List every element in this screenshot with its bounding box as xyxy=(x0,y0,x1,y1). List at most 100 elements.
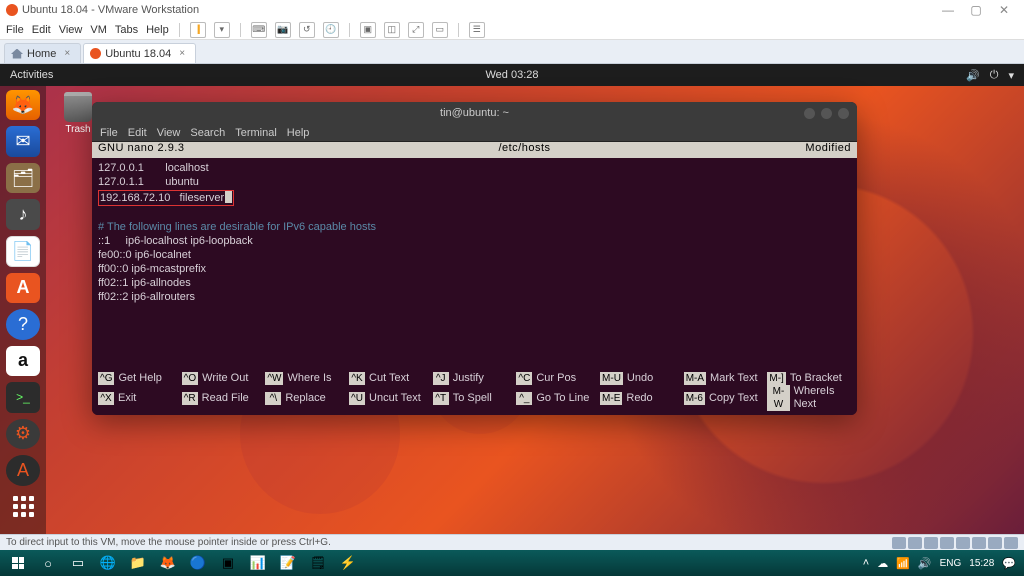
nano-shortcut: ^RRead File xyxy=(182,385,266,411)
menu-vm[interactable]: VM xyxy=(90,24,107,36)
device-printer-icon[interactable] xyxy=(972,537,986,549)
dock-rhythmbox[interactable]: ♪ xyxy=(6,199,40,229)
term-menu-terminal[interactable]: Terminal xyxy=(235,127,277,139)
windows-system-tray[interactable]: ˄ ☁ 📶 🔊 ENG 15:28 💬 xyxy=(863,557,1020,570)
dock-help[interactable]: ? xyxy=(6,309,40,339)
term-menu-help[interactable]: Help xyxy=(287,127,310,139)
volume-icon[interactable]: 🔊 xyxy=(966,69,980,82)
term-menu-edit[interactable]: Edit xyxy=(128,127,147,139)
taskbar-firefox[interactable]: 🦊 xyxy=(154,552,182,574)
stretch-button[interactable]: ⤢ xyxy=(408,22,424,38)
start-button[interactable] xyxy=(4,552,32,574)
dock-amazon[interactable]: a xyxy=(6,346,40,376)
hosts-line-highlighted: 192.168.72.10 fileserver xyxy=(98,190,234,206)
nano-editor-body[interactable]: 127.0.0.1 localhost 127.0.1.1 ubuntu 192… xyxy=(92,158,857,370)
window-minimize-icon[interactable] xyxy=(804,108,815,119)
nano-shortcut: M-AMark Text xyxy=(684,372,768,385)
tray-language[interactable]: ENG xyxy=(940,558,962,569)
tray-clock[interactable]: 15:28 xyxy=(969,558,994,569)
terminal-window[interactable]: tin@ubuntu: ~ File Edit View Search Term… xyxy=(92,102,857,415)
menu-help[interactable]: Help xyxy=(146,24,169,36)
device-usb-icon[interactable] xyxy=(940,537,954,549)
tray-chevron-up-icon[interactable]: ˄ xyxy=(863,557,869,569)
taskbar-chrome[interactable]: 🔵 xyxy=(184,552,212,574)
tray-onedrive-icon[interactable]: ☁ xyxy=(877,557,888,570)
hosts-ipv6-line: ff02::1 ip6-allnodes xyxy=(98,277,191,289)
vmware-menubar: File Edit View VM Tabs Help || ▾ ⌨ 📷 ↺ 🕘… xyxy=(0,20,1024,40)
nano-shortcut: M-UUndo xyxy=(600,372,684,385)
system-tray[interactable]: 🔊 ⏻ ▾ xyxy=(966,69,1014,82)
nano-shortcut: ^OWrite Out xyxy=(182,372,266,385)
nano-filename: /etc/hosts xyxy=(298,142,751,158)
close-button[interactable]: ✕ xyxy=(990,3,1018,17)
unity-button[interactable]: ◫ xyxy=(384,22,400,38)
dock-ubuntu-software[interactable]: A xyxy=(6,273,40,303)
taskbar-app2[interactable]: 📝 xyxy=(274,552,302,574)
dock-terminal[interactable]: >_ xyxy=(6,382,40,412)
tab-home[interactable]: Home × xyxy=(4,43,81,63)
taskbar-app4[interactable]: ⚡ xyxy=(334,552,362,574)
power-icon[interactable]: ⏻ xyxy=(990,69,999,82)
terminal-titlebar[interactable]: tin@ubuntu: ~ xyxy=(92,102,857,124)
hosts-ipv6-line: ff00::0 ip6-mcastprefix xyxy=(98,263,206,275)
cortana-button[interactable]: ○ xyxy=(34,552,62,574)
taskbar-vmware[interactable]: ▣ xyxy=(214,552,242,574)
dock-software-updater[interactable]: A xyxy=(6,455,40,485)
dock-firefox[interactable]: 🦊 xyxy=(6,90,40,120)
task-view-button[interactable]: ▭ xyxy=(64,552,92,574)
library-button[interactable]: ☰ xyxy=(469,22,485,38)
nano-shortcut: M-ERedo xyxy=(600,385,684,411)
terminal-title: tin@ubuntu: ~ xyxy=(440,107,509,119)
maximize-button[interactable]: ▢ xyxy=(962,3,990,17)
dock-thunderbird[interactable]: ✉ xyxy=(6,126,40,156)
device-sound-icon[interactable] xyxy=(956,537,970,549)
taskbar-edge[interactable]: 🌐 xyxy=(94,552,122,574)
device-display-icon[interactable] xyxy=(988,537,1002,549)
pause-vm-button[interactable]: || xyxy=(190,22,206,38)
dock-libreoffice-writer[interactable]: 📄 xyxy=(6,236,40,267)
device-misc-icon[interactable] xyxy=(1004,537,1018,549)
menu-view[interactable]: View xyxy=(59,24,83,36)
device-cd-icon[interactable] xyxy=(908,537,922,549)
manage-snapshot-button[interactable]: 🕘 xyxy=(323,22,339,38)
send-ctrl-alt-del-button[interactable]: ⌨ xyxy=(251,22,267,38)
activities-button[interactable]: Activities xyxy=(10,69,53,81)
device-net-icon[interactable] xyxy=(924,537,938,549)
tray-notifications-icon[interactable]: 💬 xyxy=(1002,557,1016,570)
taskbar-app1[interactable]: 📊 xyxy=(244,552,272,574)
window-maximize-icon[interactable] xyxy=(821,108,832,119)
term-menu-view[interactable]: View xyxy=(157,127,181,139)
console-button[interactable]: ▭ xyxy=(432,22,448,38)
windows-taskbar: ○ ▭ 🌐 📁 🦊 🔵 ▣ 📊 📝 🗒 ⚡ ˄ ☁ 📶 🔊 ENG 15:28 … xyxy=(0,550,1024,576)
ubuntu-desktop[interactable]: Activities Wed 03:28 🔊 ⏻ ▾ 🦊 ✉ 🗂 ♪ 📄 A ?… xyxy=(0,64,1024,534)
dock-settings[interactable]: ⚙ xyxy=(6,419,40,449)
snapshot-button[interactable]: 📷 xyxy=(275,22,291,38)
close-icon[interactable]: × xyxy=(64,48,70,59)
minimize-button[interactable]: — xyxy=(934,3,962,17)
term-menu-file[interactable]: File xyxy=(100,127,118,139)
taskbar-explorer[interactable]: 📁 xyxy=(124,552,152,574)
clock[interactable]: Wed 03:28 xyxy=(485,69,538,81)
chevron-down-icon[interactable]: ▾ xyxy=(1008,69,1014,82)
tray-wifi-icon[interactable]: 📶 xyxy=(896,557,910,570)
tray-volume-icon[interactable]: 🔊 xyxy=(918,557,932,570)
window-close-icon[interactable] xyxy=(838,108,849,119)
device-hdd-icon[interactable] xyxy=(892,537,906,549)
revert-button[interactable]: ↺ xyxy=(299,22,315,38)
vm-dropdown-button[interactable]: ▾ xyxy=(214,22,230,38)
menu-tabs[interactable]: Tabs xyxy=(115,24,138,36)
menu-edit[interactable]: Edit xyxy=(32,24,51,36)
fullscreen-button[interactable]: ▣ xyxy=(360,22,376,38)
ubuntu-icon xyxy=(90,48,101,59)
dock-files[interactable]: 🗂 xyxy=(6,163,40,193)
show-applications-button[interactable] xyxy=(6,492,40,522)
close-icon[interactable]: × xyxy=(179,48,185,59)
menu-file[interactable]: File xyxy=(6,24,24,36)
tab-ubuntu[interactable]: Ubuntu 18.04 × xyxy=(83,43,196,63)
tab-home-label: Home xyxy=(27,48,56,60)
taskbar-app3[interactable]: 🗒 xyxy=(304,552,332,574)
nano-shortcut: M-]To Bracket xyxy=(767,372,851,385)
terminal-menubar: File Edit View Search Terminal Help xyxy=(92,124,857,142)
nano-shortcut: ^JJustify xyxy=(433,372,517,385)
term-menu-search[interactable]: Search xyxy=(190,127,225,139)
